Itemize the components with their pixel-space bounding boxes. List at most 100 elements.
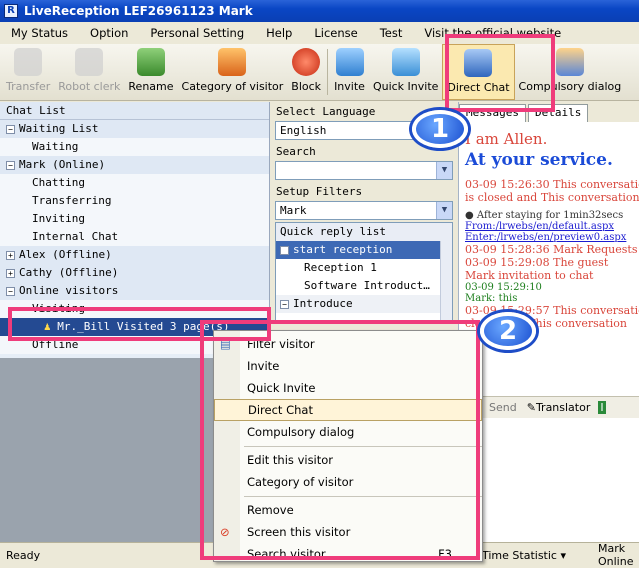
collapse-icon[interactable]: − [280,245,289,255]
menu-item-direct-chat[interactable]: Direct Chat [214,399,482,421]
menu-personal-setting[interactable]: Personal Setting [139,26,255,40]
robot-clerk-button[interactable]: Robot clerk [54,44,124,100]
quick-reply-group-start[interactable]: − start reception [276,241,452,259]
translator-button[interactable]: Translator [536,401,590,414]
menu-separator [244,496,482,497]
menu-item-edit-visitor[interactable]: Edit this visitor [214,449,482,471]
main-toolbar: Transfer Robot clerk Rename Category of … [0,44,639,101]
message-line: At your service. [465,150,613,170]
conversation-toolbar: Send ✎ Translator I [459,396,639,418]
quick-reply-scrollbar[interactable] [440,241,452,323]
tree-item-internal-chat[interactable]: Internal Chat [0,228,269,246]
quick-reply-group-introduce[interactable]: − Introduce [276,295,452,313]
robot-clerk-label: Robot clerk [58,80,121,93]
block-button[interactable]: Block [287,44,325,100]
compulsory-dialog-icon [555,48,584,76]
chevron-down-icon[interactable]: ▼ [436,202,452,219]
tree-group-waiting-list[interactable]: − Waiting List [0,120,269,138]
quick-reply-item[interactable]: Software Introduct… [276,277,452,295]
tree-item-waiting[interactable]: Waiting [0,138,269,156]
tree-item-inviting[interactable]: Inviting [0,210,269,228]
rename-button[interactable]: Rename [124,44,177,100]
quick-reply-item[interactable]: Reception 1 [276,259,452,277]
direct-chat-button[interactable]: Direct Chat [442,44,515,100]
menu-license[interactable]: License [303,26,368,40]
expand-icon[interactable]: + [6,268,15,278]
category-label: Category of visitor [181,80,284,93]
extra-button[interactable]: I [598,401,606,414]
collapse-icon[interactable]: − [6,124,15,134]
message-link[interactable]: From:/lrwebs/en/default.aspx [465,221,633,232]
collapse-icon[interactable]: − [280,299,289,309]
collapse-icon[interactable]: − [6,160,15,170]
invite-button[interactable]: Invite [330,44,369,100]
menu-item-search-visitor[interactable]: Search visitor F3 [214,543,482,565]
chevron-down-icon[interactable]: ▼ [436,162,452,179]
tree-item-transferring[interactable]: Transferring [0,192,269,210]
invite-icon [335,48,364,76]
filter-select[interactable]: Mark ▼ [275,201,453,220]
menu-test[interactable]: Test [369,26,414,40]
message-link[interactable]: Enter:/lrwebs/en/preview0.aspx [465,232,633,243]
menu-my-status[interactable]: My Status [0,26,79,40]
status-text: Ready [6,548,41,562]
message-line: is closed and This conversation [465,191,639,204]
toolbar-separator [327,49,329,95]
app-icon: R [4,4,18,18]
title-bar: R LiveReception LEF26961123 Mark [0,0,639,22]
menu-option[interactable]: Option [79,26,139,40]
collapse-icon[interactable]: − [6,286,15,296]
message-log: I am Allen. At your service. 03-09 15:26… [459,122,639,334]
window-title: LiveReception LEF26961123 Mark [24,4,253,18]
quick-invite-label: Quick Invite [372,80,439,93]
direct-chat-label: Direct Chat [447,81,510,94]
chat-tree: − Waiting List Waiting − Mark (Online) Cha… [0,120,269,354]
tab-details[interactable]: Details [527,104,589,122]
menu-visit-website[interactable]: Visit the official website [413,26,572,40]
menu-item-category-of-visitor[interactable]: Category of visitor [214,471,482,493]
quick-invite-icon [391,48,420,76]
tree-item-visiting[interactable]: Visiting [0,300,269,318]
tree-group-cathy[interactable]: + Cathy (Offline) [0,264,269,282]
menu-bar: My Status Option Personal Setting Help L… [0,22,639,44]
robot-icon [75,48,104,76]
compulsory-dialog-button[interactable]: Compulsory dialog [515,44,626,100]
menu-item-quick-invite[interactable]: Quick Invite [214,377,482,399]
message-line: Mark invitation to chat [465,269,594,282]
menu-item-compulsory-dialog[interactable]: Compulsory dialog [214,421,482,443]
category-of-visitor-button[interactable]: Category of visitor [178,44,288,100]
menu-item-filter-visitor[interactable]: ▤ Filter visitor [214,333,482,355]
card-icon: ▤ [220,337,231,351]
block-icon [292,48,321,76]
tab-messages[interactable]: Messages [459,104,526,122]
shortcut-label: F3 [438,547,452,561]
message-line: Mark: this [465,293,518,304]
direct-chat-icon [464,49,493,77]
expand-icon[interactable]: + [6,250,15,260]
transfer-button[interactable]: Transfer [2,44,54,100]
menu-item-remove[interactable]: Remove [214,499,482,521]
tree-group-alex[interactable]: + Alex (Offline) [0,246,269,264]
menu-item-invite[interactable]: Invite [214,355,482,377]
message-line: 03-09 15:29:10 [465,282,542,293]
send-button[interactable]: Send [489,401,517,414]
menu-separator [244,446,482,447]
menu-help[interactable]: Help [255,26,303,40]
tree-item-chatting[interactable]: Chatting [0,174,269,192]
tree-group-mark[interactable]: − Mark (Online) [0,156,269,174]
menu-item-screen-visitor[interactable]: ⊘ Screen this visitor [214,521,482,543]
time-statistic-dropdown[interactable]: Time Statistic ▾ [482,549,566,562]
search-combo[interactable]: ▼ [275,161,453,180]
message-line: 03-09 15:28:36 Mark Requests [465,243,638,256]
status-user: Mark Online [598,542,634,568]
message-line: I am Allen. [465,130,548,148]
chevron-down-icon: ▾ [560,548,567,562]
transfer-icon [14,48,43,76]
invite-label: Invite [334,80,365,93]
visitor-context-menu: ▤ Filter visitor Invite Quick Invite Dir… [213,330,483,562]
message-line: 03-09 15:26:30 This conversation [465,178,639,191]
tree-group-online-visitors[interactable]: − Online visitors [0,282,269,300]
quick-invite-button[interactable]: Quick Invite [369,44,442,100]
transfer-label: Transfer [6,80,51,93]
compulsory-dialog-label: Compulsory dialog [518,80,622,93]
